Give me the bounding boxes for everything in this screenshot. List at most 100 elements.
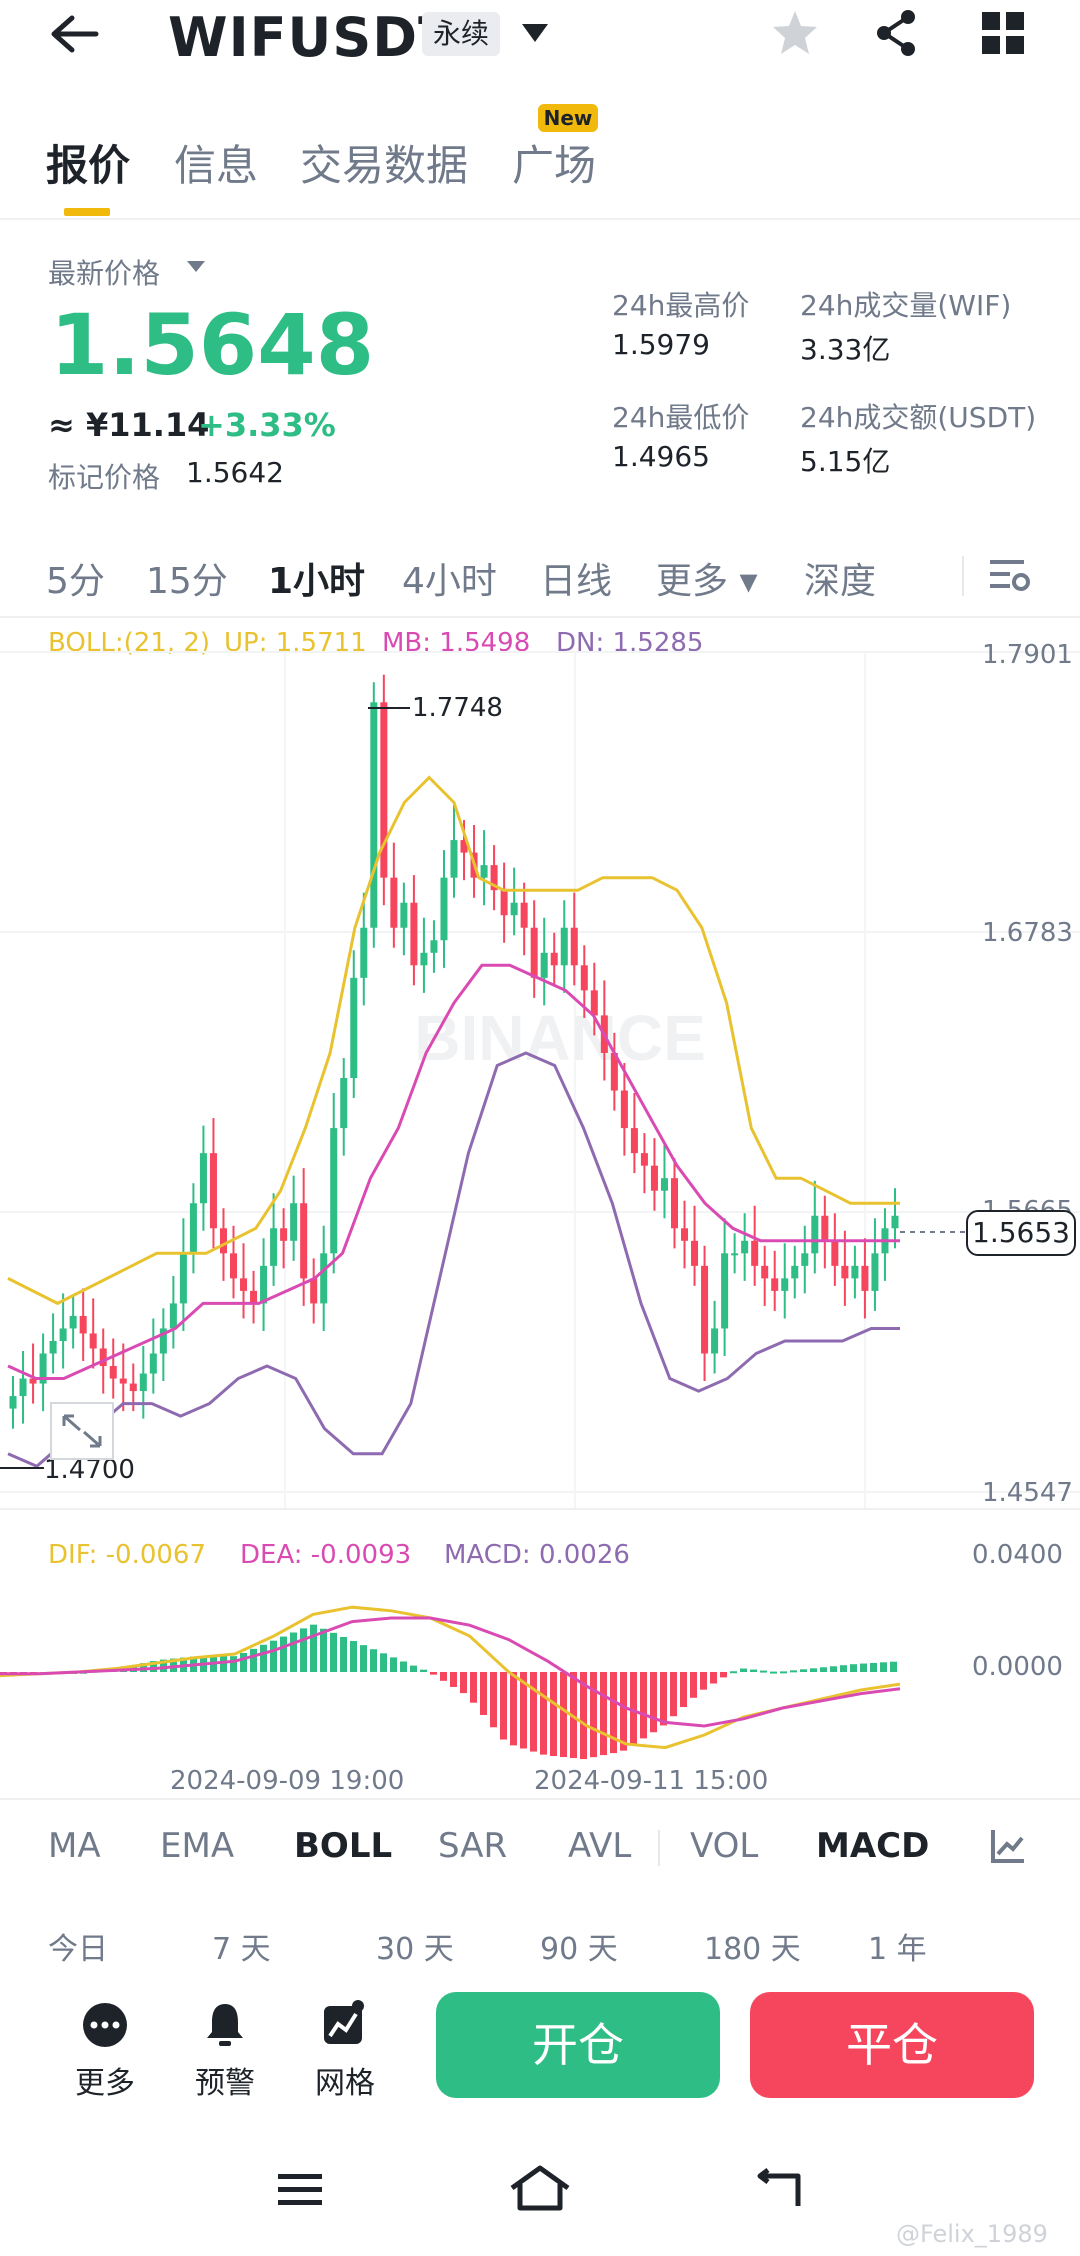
candle — [801, 1253, 809, 1266]
star-icon[interactable] — [770, 8, 820, 58]
depth-tab[interactable]: 深度 — [804, 552, 876, 604]
expand-icon[interactable] — [50, 1402, 114, 1460]
interval-1h[interactable]: 1小时 — [268, 552, 365, 604]
candle — [59, 1328, 67, 1341]
macd-bar — [490, 1672, 497, 1728]
current-price-tag[interactable]: 1.5653 — [966, 1210, 1076, 1256]
indicator-ma[interactable]: MA — [48, 1826, 101, 1866]
macd-bar — [360, 1645, 367, 1672]
range-today[interactable]: 今日 — [48, 1924, 108, 1968]
interval-more[interactable]: 更多 ▾ — [656, 552, 758, 604]
menu-nav-icon[interactable] — [276, 2170, 324, 2210]
range-30d[interactable]: 30 天 — [376, 1924, 454, 1968]
candle — [500, 890, 508, 916]
tab-info[interactable]: 信息 — [174, 132, 258, 193]
dropdown-triangle-icon[interactable] — [520, 22, 550, 44]
candle — [209, 1153, 217, 1229]
candle — [831, 1240, 839, 1266]
macd-bar — [840, 1665, 847, 1672]
grid-menu-icon[interactable] — [982, 12, 1024, 54]
tab-trading-data[interactable]: 交易数据 — [300, 132, 468, 193]
alert-label[interactable]: 预警 — [180, 2058, 270, 2102]
candle — [771, 1278, 779, 1291]
volume-label: 24h成交量(WIF) — [800, 289, 1012, 322]
indicator-avl[interactable]: AVL — [568, 1826, 631, 1866]
close-position-button[interactable]: 平仓 — [750, 1992, 1034, 2098]
interval-15m[interactable]: 15分 — [146, 552, 228, 604]
grid-label[interactable]: 网格 — [300, 2058, 390, 2102]
candle — [560, 927, 568, 966]
grid-trading-icon[interactable] — [322, 2000, 366, 2046]
macd-bar — [250, 1648, 257, 1672]
range-1y[interactable]: 1 年 — [868, 1924, 927, 1968]
interval-5m[interactable]: 5分 — [46, 552, 105, 604]
back-nav-icon[interactable] — [754, 2168, 804, 2212]
indicator-settings-icon[interactable] — [990, 1828, 1026, 1864]
indicator-macd[interactable]: MACD — [816, 1826, 929, 1866]
interval-4h[interactable]: 4小时 — [402, 552, 497, 604]
macd-bar — [290, 1632, 297, 1672]
candle — [520, 902, 528, 928]
open-position-button[interactable]: 开仓 — [436, 1992, 720, 2098]
indicator-vol[interactable]: VOL — [690, 1826, 758, 1866]
interval-1d[interactable]: 日线 — [540, 552, 612, 604]
binance-watermark: BINANCE — [414, 1002, 706, 1074]
candle — [89, 1333, 97, 1349]
latest-price-label[interactable]: 最新价格 — [48, 252, 160, 292]
home-nav-icon[interactable] — [508, 2164, 572, 2214]
bell-icon[interactable] — [204, 2000, 246, 2048]
divider — [962, 556, 964, 596]
range-180d[interactable]: 180 天 — [704, 1924, 801, 1968]
symbol-title[interactable]: WIFUSDT — [168, 6, 456, 69]
divider — [0, 1508, 1080, 1510]
tab-quote[interactable]: 报价 — [46, 132, 130, 193]
range-7d[interactable]: 7 天 — [212, 1924, 271, 1968]
macd-dif: DIF: -0.0067 — [48, 1540, 207, 1570]
macd-bar — [270, 1640, 277, 1672]
price-chart[interactable]: BINANCE 1.7748 1.4700 — [0, 620, 1080, 1510]
macd-bar — [720, 1672, 727, 1678]
macd-bar — [850, 1664, 857, 1672]
candle — [69, 1315, 77, 1329]
macd-bar — [710, 1672, 717, 1684]
macd-axis-zero: 0.0000 — [972, 1652, 1063, 1682]
candle — [199, 1153, 207, 1204]
indicator-sar[interactable]: SAR — [438, 1826, 507, 1866]
macd-bar — [320, 1628, 327, 1672]
candle — [219, 1228, 227, 1254]
candle — [340, 1078, 348, 1129]
candle — [270, 1228, 278, 1266]
candle — [360, 927, 368, 978]
macd-bar — [370, 1649, 377, 1672]
new-badge: New — [538, 104, 598, 132]
candle — [400, 902, 408, 928]
candle — [791, 1265, 799, 1279]
chart-settings-icon[interactable] — [990, 556, 1030, 596]
range-90d[interactable]: 90 天 — [540, 1924, 618, 1968]
candle — [410, 902, 418, 966]
divider — [0, 218, 1080, 220]
candle — [300, 1203, 308, 1279]
back-arrow-icon[interactable] — [50, 14, 100, 54]
dropdown-triangle-icon[interactable] — [186, 260, 206, 274]
candle — [310, 1278, 318, 1304]
macd-bar — [750, 1669, 757, 1672]
candle — [149, 1353, 157, 1374]
more-icon[interactable] — [82, 2002, 128, 2048]
share-icon[interactable] — [874, 8, 918, 58]
macd-bar — [340, 1636, 347, 1672]
macd-bar — [300, 1628, 307, 1672]
divider — [0, 1798, 1080, 1800]
candle — [280, 1228, 288, 1241]
macd-chart[interactable] — [0, 1570, 960, 1770]
indicator-boll[interactable]: BOLL — [294, 1826, 392, 1866]
candle — [540, 952, 548, 978]
more-label[interactable]: 更多 — [60, 2058, 150, 2102]
tab-square[interactable]: 广场 — [512, 132, 596, 193]
high-annotation: 1.7748 — [412, 693, 503, 723]
indicator-ema[interactable]: EMA — [160, 1826, 234, 1866]
macd-bar — [260, 1644, 267, 1672]
candle — [189, 1203, 197, 1254]
candle — [330, 1128, 338, 1254]
macd-bar — [540, 1672, 547, 1755]
